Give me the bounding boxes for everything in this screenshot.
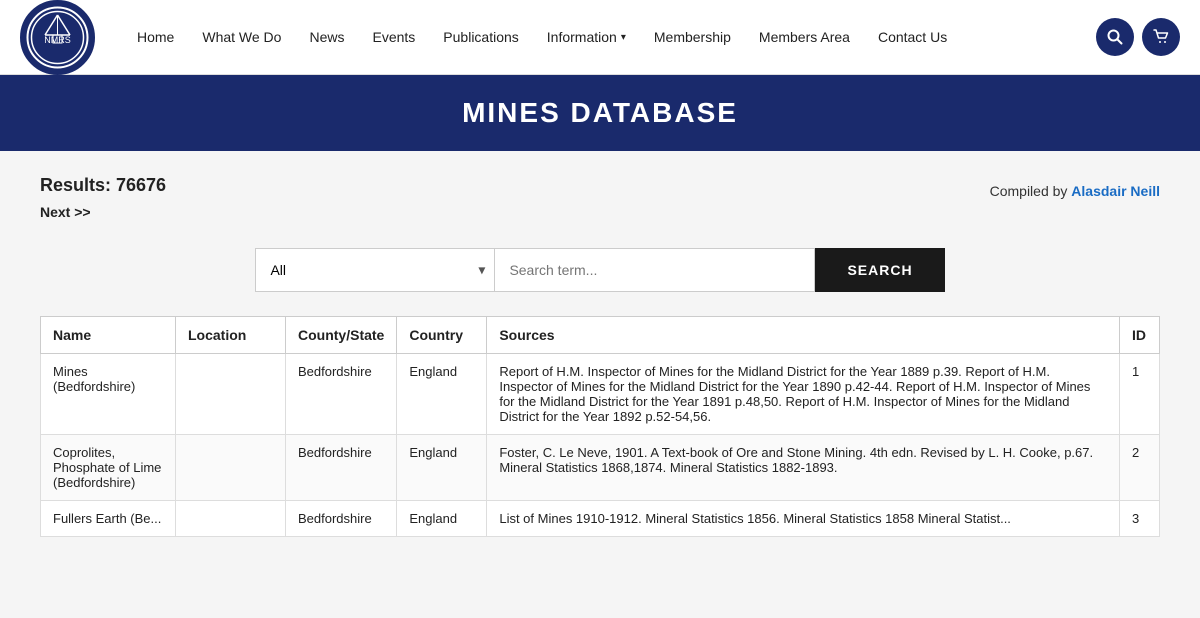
search-icon (1107, 29, 1123, 45)
next-link[interactable]: Next >> (40, 204, 91, 220)
cell-country: England (397, 501, 487, 537)
page-banner: MINES DATABASE (0, 75, 1200, 151)
nav-publications[interactable]: Publications (431, 21, 531, 53)
main-nav: Home What We Do News Events Publications… (125, 21, 1086, 53)
nav-events[interactable]: Events (360, 21, 427, 53)
table-header-row: Name Location County/State Country Sourc… (41, 317, 1160, 354)
cell-sources: List of Mines 1910-1912. Mineral Statist… (487, 501, 1120, 537)
nav-membership[interactable]: Membership (642, 21, 743, 53)
search-category-select[interactable]: All Name Location County/State Country (255, 248, 495, 292)
search-term-input[interactable] (495, 248, 815, 292)
col-header-country: Country (397, 317, 487, 354)
cell-county: Bedfordshire (286, 435, 397, 501)
cell-county: Bedfordshire (286, 354, 397, 435)
cell-country: England (397, 435, 487, 501)
table-row: Mines (Bedfordshire) Bedfordshire Englan… (41, 354, 1160, 435)
site-header: NMRS Home What We Do News Events Publica… (0, 0, 1200, 75)
page-title: MINES DATABASE (0, 97, 1200, 129)
results-row: Results: 76676 Next >> Compiled by Alasd… (40, 175, 1160, 244)
compiled-by: Compiled by Alasdair Neill (990, 183, 1160, 199)
cell-sources: Report of H.M. Inspector of Mines for th… (487, 354, 1120, 435)
nav-information[interactable]: Information ▾ (535, 21, 638, 53)
col-header-id: ID (1120, 317, 1160, 354)
cell-location (176, 501, 286, 537)
cart-icon (1153, 29, 1169, 45)
nav-contact-us[interactable]: Contact Us (866, 21, 959, 53)
compiled-by-author[interactable]: Alasdair Neill (1071, 183, 1160, 199)
search-button[interactable]: SEARCH (815, 248, 944, 292)
logo[interactable]: NMRS (20, 0, 95, 75)
search-bar: All Name Location County/State Country ▾… (40, 248, 1160, 292)
information-dropdown-arrow: ▾ (621, 32, 626, 43)
nav-members-area[interactable]: Members Area (747, 21, 862, 53)
search-select-wrap: All Name Location County/State Country ▾ (255, 248, 495, 292)
cell-name: Fullers Earth (Be... (41, 501, 176, 537)
cell-id: 2 (1120, 435, 1160, 501)
col-header-sources: Sources (487, 317, 1120, 354)
cell-name: Mines (Bedfordshire) (41, 354, 176, 435)
col-header-county: County/State (286, 317, 397, 354)
nav-what-we-do[interactable]: What We Do (190, 21, 293, 53)
nav-home[interactable]: Home (125, 21, 186, 53)
cell-location (176, 435, 286, 501)
table-row: Coprolites, Phosphate of Lime (Bedfordsh… (41, 435, 1160, 501)
cell-location (176, 354, 286, 435)
nav-news[interactable]: News (297, 21, 356, 53)
search-icon-button[interactable] (1096, 18, 1134, 56)
col-header-location: Location (176, 317, 286, 354)
table-row: Fullers Earth (Be... Bedfordshire Englan… (41, 501, 1160, 537)
cell-name: Coprolites, Phosphate of Lime (Bedfordsh… (41, 435, 176, 501)
compiled-by-label: Compiled by (990, 183, 1072, 199)
cell-id: 1 (1120, 354, 1160, 435)
col-header-name: Name (41, 317, 176, 354)
cart-icon-button[interactable] (1142, 18, 1180, 56)
results-count: Results: 76676 (40, 175, 166, 196)
header-icon-group (1096, 18, 1180, 56)
cell-county: Bedfordshire (286, 501, 397, 537)
cell-country: England (397, 354, 487, 435)
cell-sources: Foster, C. Le Neve, 1901. A Text-book of… (487, 435, 1120, 501)
cell-id: 3 (1120, 501, 1160, 537)
main-content: Results: 76676 Next >> Compiled by Alasd… (0, 151, 1200, 601)
results-table: Name Location County/State Country Sourc… (40, 316, 1160, 537)
